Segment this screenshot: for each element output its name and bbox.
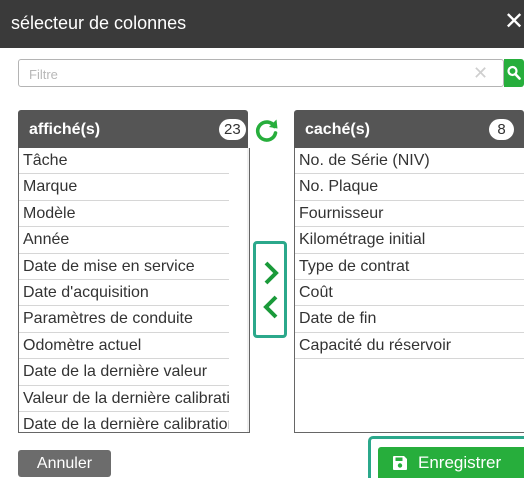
shown-column-list-item[interactable]: Valeur de la dernière calibration (19, 386, 229, 412)
move-buttons-group (253, 241, 287, 338)
shown-column-list-item[interactable]: Année (19, 227, 229, 254)
shown-column-list-item[interactable]: Tâche (19, 148, 229, 175)
chevron-right-icon[interactable] (260, 258, 282, 288)
hidden-column-list-item[interactable]: Coût (295, 280, 524, 307)
shown-column-list-item[interactable]: Date de mise en service (19, 254, 229, 280)
shown-count-badge: 23 (219, 119, 246, 140)
save-button-label: Enregistrer (418, 453, 502, 472)
shown-column-list-item[interactable]: Date de la dernière calibration (19, 412, 229, 432)
hidden-column-list-item[interactable]: Capacité du réservoir (295, 333, 524, 360)
hidden-column-list-item[interactable]: No. de Série (NIV) (295, 148, 524, 175)
hidden-column-list-item[interactable]: No. Plaque (295, 174, 524, 201)
scrollbar-thumb[interactable] (249, 244, 250, 356)
hidden-count-badge: 8 (489, 119, 514, 140)
shown-items-container: Tâche Marque Modèle Année Date de mise en se… (19, 148, 229, 432)
filter-input[interactable] (27, 64, 471, 84)
cancel-button[interactable]: Annuler (18, 450, 111, 477)
hidden-items-container: No. de Série (NIV) No. Plaque Fournisseur K… (295, 148, 524, 360)
hidden-columns-header: caché(s) 8 (294, 110, 524, 148)
shown-column-list-item[interactable]: Odomètre actuel (19, 333, 229, 360)
hidden-column-list-item[interactable]: Fournisseur (295, 201, 524, 228)
shown-column-list-item[interactable]: Modèle (19, 201, 229, 228)
shown-column-list-item[interactable]: Date d'acquisition (19, 280, 229, 307)
hidden-columns-label: caché(s) (305, 121, 370, 138)
filter-field[interactable]: ✕ (18, 59, 504, 87)
close-icon[interactable]: ✕ (504, 10, 524, 34)
hidden-column-list-item[interactable]: Kilométrage initial (295, 227, 524, 254)
hidden-column-list-item[interactable]: Type de contrat (295, 254, 524, 280)
floppy-disk-icon (393, 456, 407, 470)
hidden-columns-list[interactable]: No. de Série (NIV) No. Plaque Fournisseur K… (294, 148, 524, 433)
search-icon (507, 65, 521, 80)
shown-column-list-item[interactable]: Paramètres de conduite (19, 306, 229, 333)
shown-columns-label: affiché(s) (29, 121, 101, 138)
refresh-icon[interactable] (254, 117, 280, 143)
shown-columns-header: affiché(s) 23 (18, 110, 248, 148)
shown-column-list-item[interactable]: Marque (19, 174, 229, 201)
shown-list-scrollbar[interactable] (247, 148, 250, 432)
chevron-left-icon[interactable] (260, 292, 282, 322)
save-button[interactable]: Enregistrer (378, 447, 524, 478)
dialog-titlebar: sélecteur de colonnes ✕ (0, 0, 524, 48)
dialog-title: sélecteur de colonnes (11, 13, 187, 33)
clear-filter-icon[interactable]: ✕ (473, 63, 488, 83)
shown-columns-list[interactable]: Tâche Marque Modèle Année Date de mise en se… (18, 148, 250, 433)
search-button[interactable] (504, 59, 524, 87)
shown-column-list-item[interactable]: Date de la dernière valeur (19, 359, 229, 386)
hidden-column-list-item[interactable]: Date de fin (295, 306, 524, 333)
